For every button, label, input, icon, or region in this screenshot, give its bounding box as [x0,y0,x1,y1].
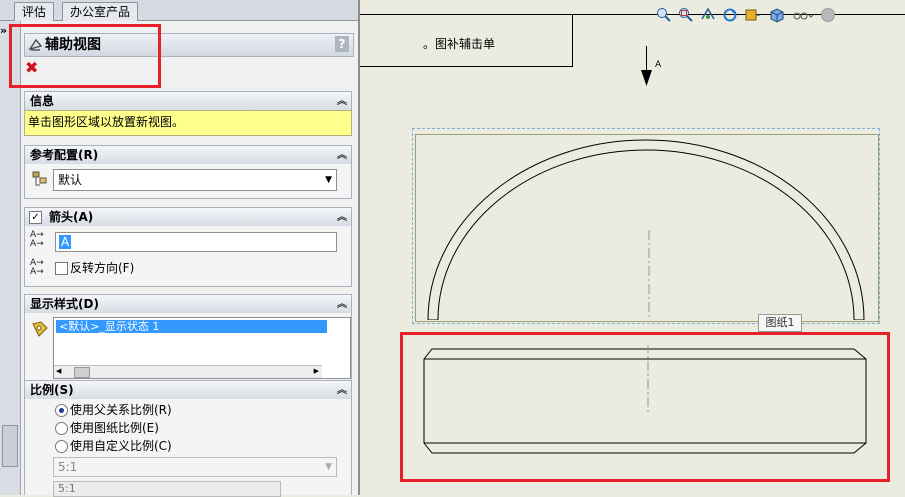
arrow-label-icon: A→ A→ [30,230,44,249]
tab-label: 评估 [22,5,47,19]
chevron-up-icon[interactable]: ︽ [337,382,347,400]
tab-label: 办公室产品 [70,5,131,19]
section-title: 箭头(A) [49,210,94,224]
highlight-box-title [9,24,161,88]
display-state-list[interactable]: <默认>_显示状态 1 ◀ ▶ [53,317,351,379]
tab-office-products[interactable]: 办公室产品 [62,2,139,21]
mirrored-note: 。图补辅击单 [423,37,496,51]
chevron-up-icon[interactable]: ︽ [337,93,347,111]
radio-use-sheet-scale[interactable] [55,422,68,435]
scale-option-label: 使用自定义比例(C) [70,439,172,453]
display-style-icon[interactable] [768,7,786,23]
select-value: 5:1 [58,460,78,474]
section-title: 信息 [30,94,55,108]
display-state-icon [32,321,48,337]
sheet-border-line [572,14,573,66]
view-arrow-label: A [655,60,662,70]
section-body-arrow: A→ A→ A A→ A→ 反转方向(F) [24,226,352,287]
reverse-direction-icon: A→ A→ [30,258,44,277]
scrollbar-thumb[interactable] [74,367,90,378]
section-title: 参考配置(R) [30,148,99,162]
chevron-down-icon[interactable]: ▼ [325,170,332,190]
input-value: A [59,235,72,249]
select-value: 默认 [58,173,83,187]
arch-geometry [427,139,865,320]
chevron-down-icon[interactable]: ▼ [325,458,332,476]
drawing-canvas[interactable]: 。图补辅击单 A 图纸1 [360,0,905,495]
scroll-right-icon[interactable]: ▶ [314,367,319,375]
scale-option-label: 使用父关系比例(R) [70,403,172,417]
zoom-area-icon[interactable] [678,7,694,23]
reverse-direction-checkbox[interactable] [55,262,68,275]
custom-scale-select[interactable]: 5:1 ▼ [53,457,337,477]
radio-use-custom-scale[interactable] [55,440,68,453]
section-body-display-style: <默认>_显示状态 1 ◀ ▶ [24,313,352,382]
command-tab-bar: 评估 办公室产品 [0,0,360,21]
arrow-enabled-checkbox[interactable]: ✓ [29,211,42,224]
reverse-direction-label: 反转方向(F) [70,261,135,275]
section-body-scale: 使用父关系比例(R) 使用图纸比例(E) 使用自定义比例(C) 5:1 ▼ 5:… [24,399,352,497]
configuration-icon [32,171,47,186]
tab-evaluate[interactable]: 评估 [14,2,55,21]
chevron-up-icon[interactable]: ︽ [337,147,347,165]
section-body-reference-config: 默认 ▼ [24,164,352,199]
arrow-label-input[interactable]: A [55,232,337,252]
sheet-border-line [360,66,573,67]
section-header-reference-config[interactable]: 参考配置(R) ︽ [24,145,352,165]
chevron-up-icon[interactable]: ︽ [337,296,347,314]
section-header-scale[interactable]: 比例(S) ︽ [24,380,352,400]
chevron-up-icon[interactable]: ︽ [337,209,347,227]
section-header-arrow[interactable]: ✓ 箭头(A) ︽ [24,207,352,227]
reference-config-select[interactable]: 默认 ▼ [53,169,337,191]
view-orientation-icon[interactable] [744,7,762,23]
appearance-icon[interactable] [820,7,836,23]
highlight-box-preview [400,332,890,482]
heads-up-toolbar [656,6,866,24]
panel-collapse-handle[interactable] [2,425,18,467]
scale-option-label: 使用图纸比例(E) [70,421,159,435]
horizontal-scrollbar[interactable]: ◀ ▶ [54,365,322,378]
section-header-display-style[interactable]: 显示样式(D) ︽ [24,294,352,314]
radio-use-parent-scale[interactable] [55,404,68,417]
view-arrow-head-icon [641,70,652,86]
section-title: 比例(S) [30,383,74,397]
help-button[interactable]: ? [335,36,349,52]
previous-view-icon[interactable] [700,7,716,23]
rebuild-icon[interactable] [722,7,738,23]
hide-show-items-icon[interactable] [792,7,814,23]
section-title: 显示样式(D) [30,297,99,311]
section-header-info[interactable]: 信息 ︽ [24,91,352,111]
radio-selected-dot [59,408,64,413]
sheet-tooltip: 图纸1 [758,314,802,332]
info-message: 单击图形区域以放置新视图。 [24,110,352,136]
scroll-left-icon[interactable]: ◀ [56,367,61,375]
list-item[interactable]: <默认>_显示状态 1 [56,320,327,333]
zoom-to-fit-icon[interactable] [656,7,672,23]
